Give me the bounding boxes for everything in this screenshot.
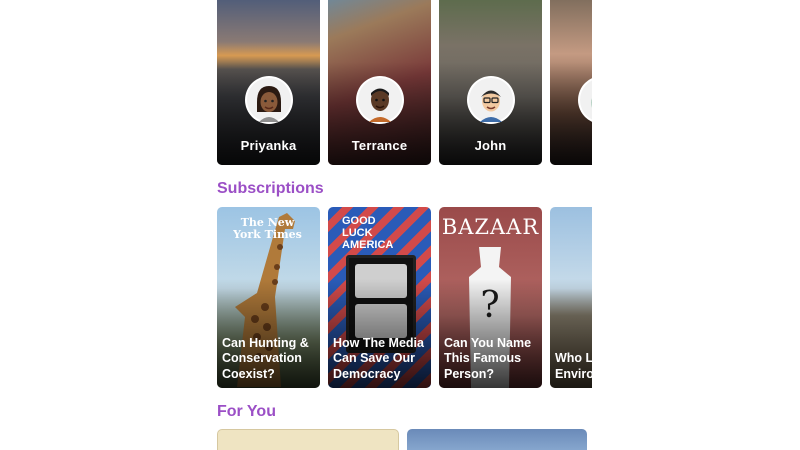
bitmoji-avatar-icon	[246, 78, 291, 122]
story-card[interactable]: Terrance	[328, 0, 431, 165]
story-name: H	[550, 138, 592, 153]
story-headline: Can Hunting & Conservation Coexist?	[222, 335, 309, 381]
bitmoji-avatar-icon	[468, 78, 513, 122]
bitmoji-avatar-icon	[579, 78, 592, 122]
bitmoji-avatar-icon	[357, 78, 402, 122]
story-headline: How The Media Can Save Our Democracy	[333, 335, 424, 381]
subscription-card[interactable]: Who Li This Ha Enviro	[550, 207, 592, 388]
story-name: John	[474, 138, 507, 153]
brand-logo: BAZAAR	[441, 215, 540, 239]
subscription-card[interactable]: The New York Times Can Hunting & Conserv…	[217, 207, 320, 388]
story-headline: Can You Name This Famous Person?	[444, 335, 532, 381]
subscriptions-row[interactable]: The New York Times Can Hunting & Conserv…	[217, 207, 592, 388]
brand-logo: GOOD LUCK AMERICA	[342, 215, 394, 251]
for-you-card[interactable]	[407, 429, 587, 450]
story-name: Terrance	[351, 138, 408, 153]
subscription-card[interactable]: ? BAZAAR Can You Name This Famous Person…	[439, 207, 542, 388]
story-name: Priyanka	[240, 138, 297, 153]
story-headline: Who Li This Ha Enviro	[555, 351, 592, 381]
subscriptions-heading: Subscriptions	[217, 180, 324, 197]
friend-stories-row[interactable]: Priyanka Terrance John H	[217, 0, 592, 165]
story-card[interactable]: H	[550, 0, 592, 165]
subscription-card[interactable]: GOOD LUCK AMERICA How The Media Can Save…	[328, 207, 431, 388]
story-card[interactable]: John	[439, 0, 542, 165]
discover-feed[interactable]: Priyanka Terrance John H Subscriptions	[217, 0, 592, 450]
brand-logo: The New York Times	[233, 216, 302, 241]
for-you-row[interactable]	[217, 429, 587, 450]
for-you-card[interactable]	[217, 429, 399, 450]
story-card[interactable]: Priyanka	[217, 0, 320, 165]
for-you-heading: For You	[217, 403, 276, 420]
